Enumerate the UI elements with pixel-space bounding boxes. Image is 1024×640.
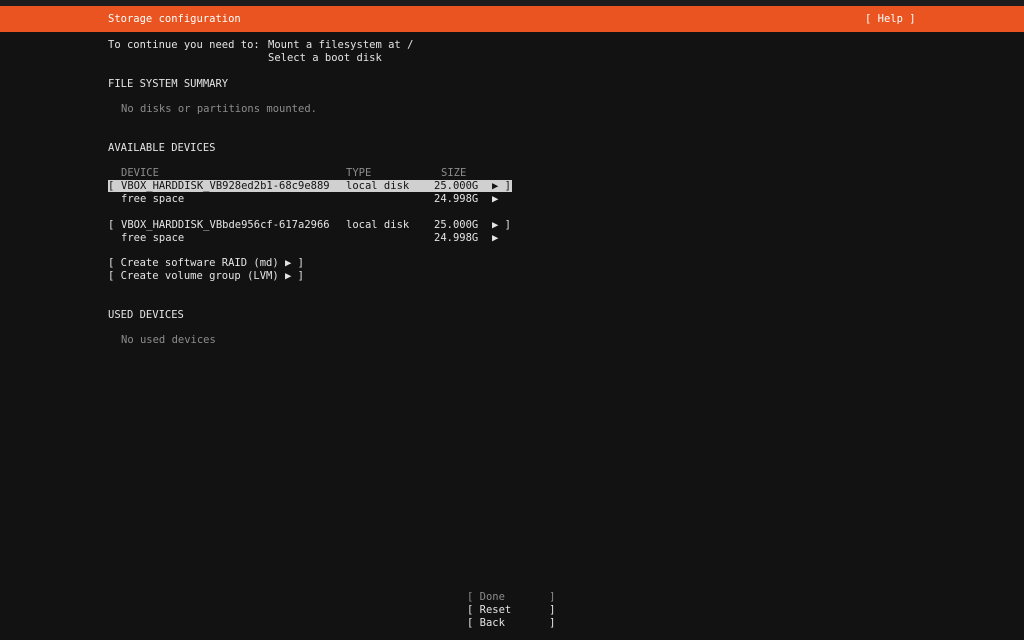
column-header-device: DEVICE [121, 167, 159, 179]
back-button[interactable]: [ Back ] [467, 617, 556, 630]
fs-summary-empty: No disks or partitions mounted. [121, 103, 317, 115]
page-title: Storage configuration [108, 13, 241, 25]
device-size: 25.000G [434, 180, 479, 192]
device-size: 25.000G [434, 219, 479, 231]
help-button[interactable]: [ Help ] [865, 13, 916, 25]
create-raid-button[interactable]: [ Create software RAID (md) ▶ ] [108, 257, 304, 270]
partition-arrow: ▶ [492, 193, 499, 205]
requirement-item: Select a boot disk [268, 52, 382, 64]
done-button[interactable]: [ Done ] [467, 591, 556, 604]
device-name: VBOX_HARDDISK_VBbde956cf-617a2966 [121, 219, 330, 231]
device-type: local disk [346, 219, 410, 231]
partition-size: 24.998G [434, 232, 479, 244]
partition-arrow: ▶ [492, 232, 499, 244]
reset-button[interactable]: [ Reset ] [467, 604, 556, 617]
partition-size: 24.998G [434, 193, 479, 205]
bracket-open: [ [108, 219, 115, 231]
device-arrow: ▶ ] [492, 180, 511, 192]
device-name: VBOX_HARDDISK_VB928ed2b1-68c9e889 [121, 180, 330, 192]
requirement-item: Mount a filesystem at / [268, 39, 414, 51]
partition-label: free space [121, 232, 185, 244]
device-type: local disk [346, 180, 410, 192]
bracket-open: [ [108, 180, 115, 192]
device-arrow: ▶ ] [492, 219, 511, 231]
available-devices-heading: AVAILABLE DEVICES [108, 142, 216, 154]
requirements-prefix: To continue you need to: [108, 39, 260, 51]
device-row-selected[interactable]: [ VBOX_HARDDISK_VB928ed2b1-68c9e889 loca… [108, 180, 512, 192]
column-header-size: SIZE [441, 167, 467, 179]
create-lvm-button[interactable]: [ Create volume group (LVM) ▶ ] [108, 270, 304, 283]
column-header-type: TYPE [346, 167, 372, 179]
header-bar: Storage configuration [ Help ] [0, 6, 1024, 32]
fs-summary-heading: FILE SYSTEM SUMMARY [108, 78, 229, 90]
used-devices-heading: USED DEVICES [108, 309, 184, 321]
used-devices-empty: No used devices [121, 334, 216, 346]
partition-label: free space [121, 193, 185, 205]
